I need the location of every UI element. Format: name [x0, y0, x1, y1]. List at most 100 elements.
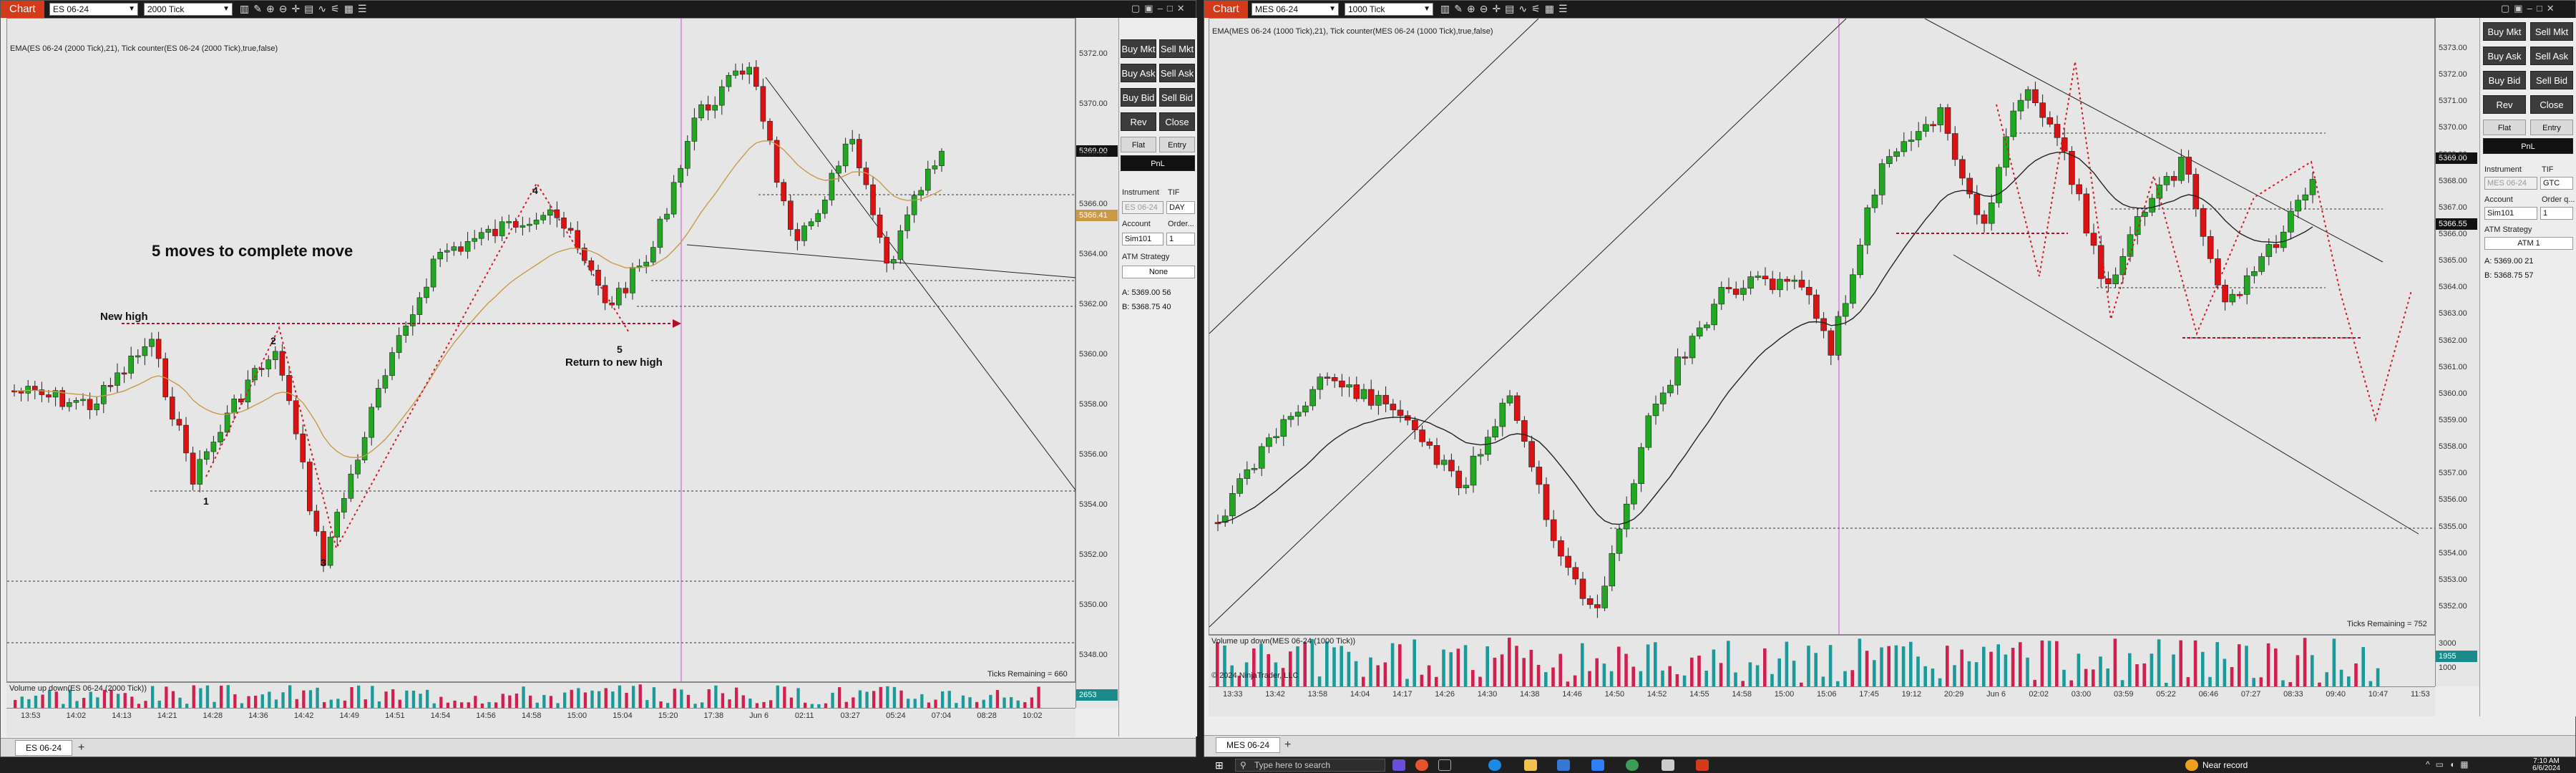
- chevron-up-icon[interactable]: ^: [2426, 759, 2436, 769]
- left-buy-ask-button[interactable]: Buy Ask: [1121, 64, 1156, 82]
- close-icon[interactable]: ✕: [1177, 3, 1189, 14]
- zoom-in-icon[interactable]: ⊕: [1467, 3, 1480, 14]
- left-toolbar-icons[interactable]: ▥✎⊕⊖✛▤∿⚟▦☰: [240, 3, 371, 15]
- right-chart-tab-label[interactable]: Chart: [1204, 1, 1248, 18]
- right-volume-panel[interactable]: Volume up down(MES 06-24 (1000 Tick)) © …: [1209, 635, 2435, 687]
- maximize-icon[interactable]: □: [2537, 3, 2547, 14]
- right-window-controls[interactable]: ▢▣–□✕: [2501, 3, 2559, 14]
- app-icon[interactable]: [1662, 759, 1674, 771]
- strategies-icon[interactable]: ⚟: [1531, 3, 1545, 14]
- minimize-icon[interactable]: –: [1158, 3, 1167, 14]
- pencil-icon[interactable]: ✎: [1454, 3, 1467, 14]
- task-view-icon[interactable]: [1392, 759, 1405, 771]
- left-window-controls[interactable]: ▢▣–□✕: [1131, 3, 1189, 14]
- tile-icon[interactable]: ▣: [1144, 3, 1157, 14]
- strategies-icon[interactable]: ⚟: [331, 3, 344, 14]
- system-tray-icons[interactable]: ^▭◖▦: [2426, 759, 2474, 769]
- right-time-axis[interactable]: 13:33 13:42 13:58 14:04 14:17 14:26 14:30 14:38…: [1209, 686, 2435, 716]
- add-tab-icon[interactable]: +: [1284, 739, 1291, 752]
- properties-icon[interactable]: ▤: [1505, 3, 1518, 14]
- zoom-in-icon[interactable]: ⊕: [266, 3, 279, 14]
- crosshair-icon[interactable]: ✛: [1492, 3, 1505, 14]
- list-icon[interactable]: ☰: [358, 3, 371, 14]
- right-price-axis[interactable]: 5369.00 5366.55 5373.00 5372.00 5371.00 537…: [2435, 18, 2479, 635]
- left-order-qty-stepper[interactable]: 1: [1166, 233, 1195, 245]
- pencil-icon[interactable]: ✎: [253, 3, 266, 14]
- left-reverse-button[interactable]: Rev: [1121, 112, 1156, 131]
- right-sell-ask-button[interactable]: Sell Ask: [2530, 47, 2573, 65]
- minimize-icon[interactable]: –: [2527, 3, 2537, 14]
- right-account-select[interactable]: Sim101: [2484, 207, 2537, 220]
- store-icon[interactable]: [1557, 759, 1570, 771]
- right-instrument-field[interactable]: MES 06-24: [2484, 177, 2537, 190]
- keyboard-icon[interactable]: ▦: [2460, 759, 2474, 769]
- crosshair-icon[interactable]: ✛: [291, 3, 304, 14]
- app-icon[interactable]: [1415, 759, 1428, 771]
- volume-icon[interactable]: ◖: [2449, 759, 2460, 769]
- indicators-icon[interactable]: ∿: [318, 3, 331, 14]
- right-buy-ask-button[interactable]: Buy Ask: [2483, 47, 2526, 65]
- zoom-out-icon[interactable]: ⊖: [279, 3, 292, 14]
- right-price-panel[interactable]: EMA(MES 06-24 (1000 Tick),21), Tick coun…: [1209, 18, 2436, 636]
- left-time-axis[interactable]: 13:53 14:02 14:13 14:21 14:28 14:36 14:42 14:49…: [6, 708, 1075, 736]
- templates-icon[interactable]: ▦: [344, 3, 358, 14]
- taskbar-search-input[interactable]: ⚲ Type here to search: [1235, 759, 1385, 772]
- left-price-panel[interactable]: EMA(ES 06-24 (2000 Tick),21), Tick count…: [6, 18, 1076, 683]
- zoom-out-icon[interactable]: ⊖: [1480, 3, 1493, 14]
- right-tif-select[interactable]: GTC: [2540, 177, 2573, 190]
- left-buy-mkt-button[interactable]: Buy Mkt: [1121, 39, 1156, 58]
- right-atm-select[interactable]: ATM 1: [2484, 237, 2573, 250]
- maximize-icon[interactable]: □: [1167, 3, 1177, 14]
- right-pnl-display[interactable]: PnL: [2483, 138, 2573, 154]
- left-price-axis[interactable]: 5369.00 5366.41 5372.00 5370.00 5368.00 536…: [1075, 18, 1118, 682]
- right-interval-select[interactable]: 1000 Tick ▼: [1345, 3, 1433, 16]
- templates-icon[interactable]: ▦: [1545, 3, 1558, 14]
- pin-icon[interactable]: ▢: [1131, 3, 1144, 14]
- close-icon[interactable]: ✕: [2547, 3, 2559, 14]
- right-tab-mes[interactable]: MES 06-24: [1216, 737, 1281, 753]
- indicators-icon[interactable]: ∿: [1518, 3, 1531, 14]
- list-icon[interactable]: ☰: [1558, 3, 1572, 14]
- left-sell-bid-button[interactable]: Sell Bid: [1159, 88, 1195, 107]
- bar-chart-icon[interactable]: ▥: [240, 3, 253, 14]
- pin-icon[interactable]: ▢: [2501, 3, 2514, 14]
- left-volume-panel[interactable]: Volume up down(ES 06-24 (2000 Tick)): [6, 682, 1075, 709]
- left-pnl-display[interactable]: PnL: [1121, 155, 1195, 171]
- left-account-select[interactable]: Sim101: [1122, 233, 1163, 245]
- edge-icon[interactable]: [1488, 759, 1501, 771]
- ninjatrader-icon[interactable]: [1696, 759, 1709, 771]
- left-buy-bid-button[interactable]: Buy Bid: [1121, 88, 1156, 107]
- app-icon[interactable]: [1438, 759, 1451, 771]
- network-icon[interactable]: ▭: [2436, 759, 2449, 769]
- weather-text[interactable]: Near record: [2202, 760, 2248, 770]
- right-buy-mkt-button[interactable]: Buy Mkt: [2483, 22, 2526, 41]
- left-interval-select[interactable]: 2000 Tick ▼: [144, 3, 233, 16]
- left-sell-mkt-button[interactable]: Sell Mkt: [1159, 39, 1195, 58]
- properties-icon[interactable]: ▤: [304, 3, 318, 14]
- left-atm-select[interactable]: None: [1122, 266, 1195, 278]
- app-icon[interactable]: [1591, 759, 1604, 771]
- left-chart-tab-label[interactable]: Chart: [1, 1, 44, 18]
- folder-icon[interactable]: [1524, 759, 1537, 771]
- right-sell-bid-button[interactable]: Sell Bid: [2530, 71, 2573, 89]
- left-sell-ask-button[interactable]: Sell Ask: [1159, 64, 1195, 82]
- left-close-button[interactable]: Close: [1159, 112, 1195, 131]
- bar-chart-icon[interactable]: ▥: [1440, 3, 1454, 14]
- right-sell-mkt-button[interactable]: Sell Mkt: [2530, 22, 2573, 41]
- add-tab-icon[interactable]: +: [78, 742, 84, 754]
- weather-icon[interactable]: [2185, 759, 2198, 771]
- right-close-button[interactable]: Close: [2530, 95, 2573, 114]
- chrome-icon[interactable]: [1626, 759, 1639, 771]
- taskbar-clock[interactable]: 7:10 AM 6/6/2024: [2532, 758, 2560, 772]
- windows-start-icon[interactable]: ⊞: [1215, 759, 1224, 772]
- tile-icon[interactable]: ▣: [2514, 3, 2527, 14]
- left-tab-es[interactable]: ES 06-24: [15, 740, 73, 756]
- left-instrument-select[interactable]: ES 06-24 ▼: [49, 3, 138, 16]
- right-buy-bid-button[interactable]: Buy Bid: [2483, 71, 2526, 89]
- left-instrument-field[interactable]: ES 06-24: [1122, 201, 1163, 214]
- left-tif-select[interactable]: DAY: [1166, 201, 1195, 214]
- right-toolbar-icons[interactable]: ▥✎⊕⊖✛▤∿⚟▦☰: [1440, 3, 1572, 15]
- right-order-qty-stepper[interactable]: 1: [2540, 207, 2573, 220]
- right-instrument-select[interactable]: MES 06-24 ▼: [1252, 3, 1339, 16]
- right-reverse-button[interactable]: Rev: [2483, 95, 2526, 114]
